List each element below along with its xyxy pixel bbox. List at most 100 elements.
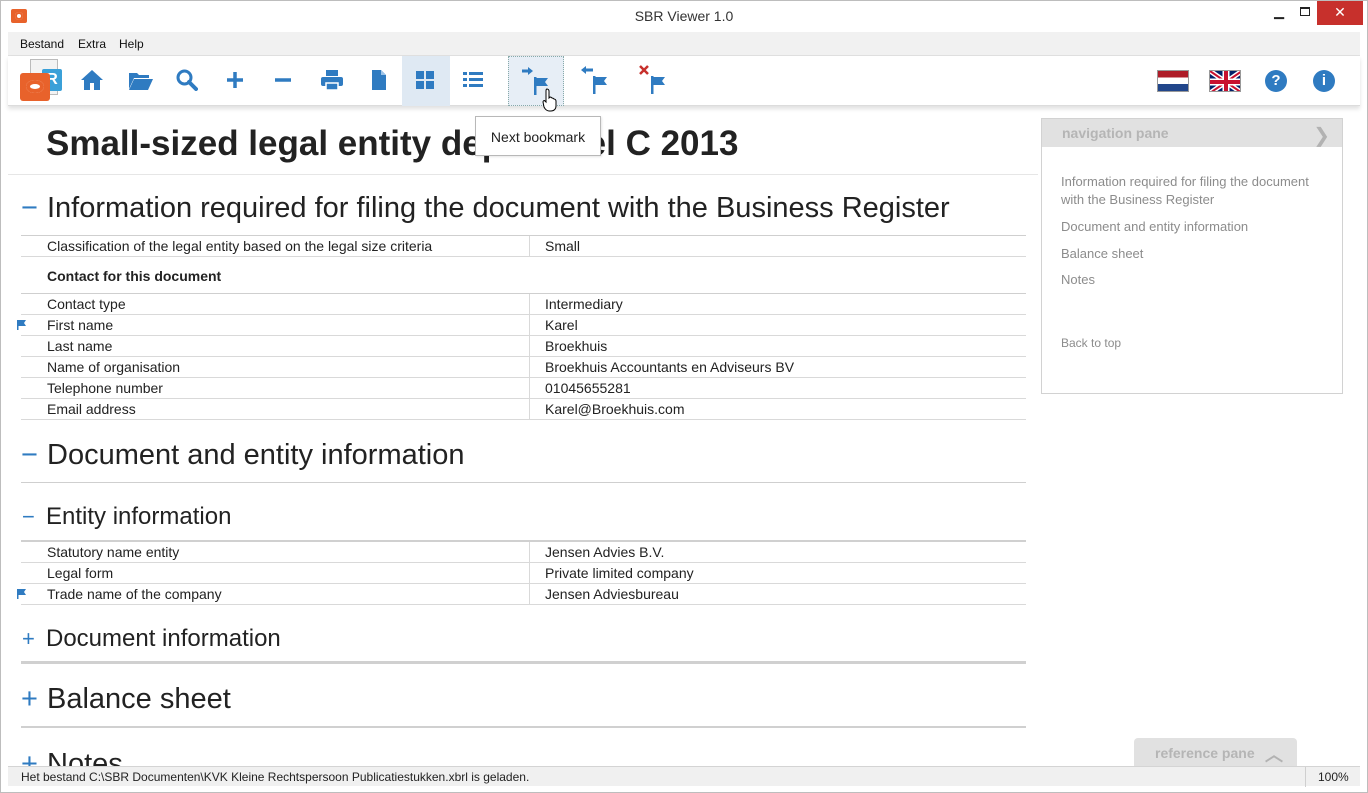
row-value: Private limited company bbox=[529, 563, 694, 583]
home-icon bbox=[81, 70, 103, 90]
section-title: Balance sheet bbox=[47, 683, 231, 715]
menu-extra[interactable]: Extra bbox=[78, 37, 106, 51]
nav-link-back-to-top[interactable]: Back to top bbox=[1061, 334, 1321, 352]
help-icon[interactable]: ? bbox=[1265, 70, 1287, 92]
folder-open-icon bbox=[129, 73, 153, 90]
row-value: Karel@Broekhuis.com bbox=[529, 399, 685, 419]
subsection-entity-header[interactable]: − Entity information bbox=[22, 503, 231, 531]
table-row: First name Karel bbox=[17, 315, 1026, 336]
bookmark-flag-icon[interactable] bbox=[17, 320, 27, 330]
table-row: Last name Broekhuis bbox=[21, 336, 1026, 357]
close-icon: ✕ bbox=[1334, 4, 1346, 20]
row-value: Jensen Adviesbureau bbox=[529, 584, 679, 604]
row-value: Karel bbox=[529, 315, 578, 335]
nav-link-notes[interactable]: Notes bbox=[1061, 271, 1321, 289]
document-icon bbox=[372, 70, 386, 90]
subsection-title: Entity information bbox=[46, 503, 232, 530]
previous-bookmark-button[interactable] bbox=[568, 56, 624, 106]
row-value: Small bbox=[529, 236, 580, 256]
nav-link-balance-sheet[interactable]: Balance sheet bbox=[1061, 245, 1321, 263]
row-label: Legal form bbox=[47, 565, 114, 581]
uk-flag-icon[interactable] bbox=[1209, 70, 1241, 92]
section-title: Information required for filing the docu… bbox=[47, 192, 950, 224]
dutch-flag-icon[interactable] bbox=[1157, 70, 1189, 92]
minimize-icon: ▁ bbox=[1274, 4, 1284, 19]
row-label: Classification of the legal entity based… bbox=[47, 238, 433, 254]
navigation-pane-header[interactable]: navigation pane ❯ bbox=[1042, 119, 1342, 147]
app-logo: R bbox=[20, 59, 64, 103]
row-value: 01045655281 bbox=[529, 378, 631, 398]
title-bar: SBR Viewer 1.0 ▁ ✕ bbox=[0, 0, 1368, 32]
close-button[interactable]: ✕ bbox=[1317, 1, 1363, 25]
zoom-in-button[interactable] bbox=[212, 56, 260, 106]
table-row: Classification of the legal entity based… bbox=[21, 236, 1026, 257]
window-frame-left bbox=[0, 32, 8, 786]
row-value: Jensen Advies B.V. bbox=[529, 542, 664, 562]
home-button[interactable] bbox=[68, 56, 116, 106]
nav-link-doc-entity[interactable]: Document and entity information bbox=[1061, 218, 1321, 236]
row-label: Telephone number bbox=[47, 380, 163, 396]
info-icon[interactable]: i bbox=[1313, 70, 1335, 92]
status-bar: Het bestand C:\SBR Documenten\KVK Kleine… bbox=[8, 766, 1360, 787]
list-view-button[interactable] bbox=[450, 56, 498, 106]
nav-link-filing[interactable]: Information required for filing the docu… bbox=[1061, 173, 1321, 209]
window-frame-right bbox=[1360, 32, 1368, 786]
row-label: Name of organisation bbox=[47, 359, 181, 375]
expand-icon[interactable]: + bbox=[21, 683, 47, 716]
section-title: Document and entity information bbox=[47, 439, 465, 471]
table-row: Trade name of the company Jensen Adviesb… bbox=[17, 584, 1026, 605]
section-filing-header[interactable]: − Information required for filing the doc… bbox=[21, 192, 950, 225]
open-button[interactable] bbox=[116, 56, 164, 106]
search-icon bbox=[176, 69, 198, 91]
expand-icon[interactable]: + bbox=[21, 748, 47, 766]
reference-pane-title: reference pane bbox=[1155, 745, 1255, 761]
contact-heading: Contact for this document bbox=[47, 268, 222, 284]
tooltip-next-bookmark: Next bookmark bbox=[475, 116, 601, 156]
zoom-in-icon bbox=[227, 72, 243, 88]
page-title: Small-sized legal entity dep model C 201… bbox=[46, 124, 739, 163]
search-button[interactable] bbox=[164, 56, 212, 106]
divider bbox=[21, 661, 1026, 664]
row-value: Intermediary bbox=[529, 294, 623, 314]
previous-bookmark-icon bbox=[581, 66, 607, 94]
zoom-out-button[interactable] bbox=[260, 56, 308, 106]
table-row: Contact type Intermediary bbox=[21, 294, 1026, 315]
status-message: Het bestand C:\SBR Documenten\KVK Kleine… bbox=[21, 770, 530, 784]
print-button[interactable] bbox=[308, 56, 356, 106]
collapse-icon[interactable]: − bbox=[21, 439, 47, 472]
grid-view-icon bbox=[416, 71, 434, 89]
zoom-level: 100% bbox=[1305, 767, 1360, 787]
collapse-icon[interactable]: − bbox=[22, 504, 46, 530]
remove-bookmark-button[interactable] bbox=[626, 56, 682, 106]
row-label: Contact type bbox=[47, 296, 126, 312]
menu-bar: Bestand Extra Help bbox=[8, 32, 1360, 56]
subsection-document-info-header[interactable]: + Document information bbox=[22, 625, 281, 653]
divider bbox=[21, 726, 1026, 728]
document-view[interactable]: Small-sized legal entity dep model C 201… bbox=[8, 106, 1360, 766]
document-button[interactable] bbox=[356, 56, 404, 106]
zoom-out-icon bbox=[275, 78, 291, 82]
menu-bestand[interactable]: Bestand bbox=[20, 37, 64, 51]
collapse-icon[interactable]: − bbox=[21, 192, 47, 225]
remove-bookmark-icon bbox=[639, 65, 665, 94]
menu-help[interactable]: Help bbox=[119, 37, 144, 51]
row-label: Trade name of the company bbox=[47, 586, 222, 602]
hand-cursor-icon bbox=[542, 88, 557, 112]
toolbar: R ? i bbox=[8, 56, 1360, 106]
table-row: Name of organisation Broekhuis Accountan… bbox=[21, 357, 1026, 378]
expand-icon[interactable]: + bbox=[22, 626, 46, 652]
divider bbox=[21, 482, 1026, 483]
table-row: Telephone number 01045655281 bbox=[21, 378, 1026, 399]
bookmark-flag-icon[interactable] bbox=[17, 589, 27, 599]
reference-pane-tab[interactable]: reference pane ︿ bbox=[1134, 738, 1297, 766]
grid-view-button[interactable] bbox=[402, 56, 450, 106]
section-balance-header[interactable]: + Balance sheet bbox=[21, 683, 231, 716]
row-label: Statutory name entity bbox=[47, 544, 180, 560]
section-notes-header[interactable]: + Notes bbox=[21, 748, 123, 766]
chevron-right-icon[interactable]: ❯ bbox=[1313, 123, 1330, 148]
section-doc-entity-header[interactable]: − Document and entity information bbox=[21, 439, 465, 472]
row-label: Email address bbox=[47, 401, 136, 417]
chevron-up-icon[interactable]: ︿ bbox=[1265, 741, 1283, 767]
navigation-pane: navigation pane ❯ Information required f… bbox=[1041, 118, 1343, 394]
subsection-title: Document information bbox=[46, 625, 281, 652]
